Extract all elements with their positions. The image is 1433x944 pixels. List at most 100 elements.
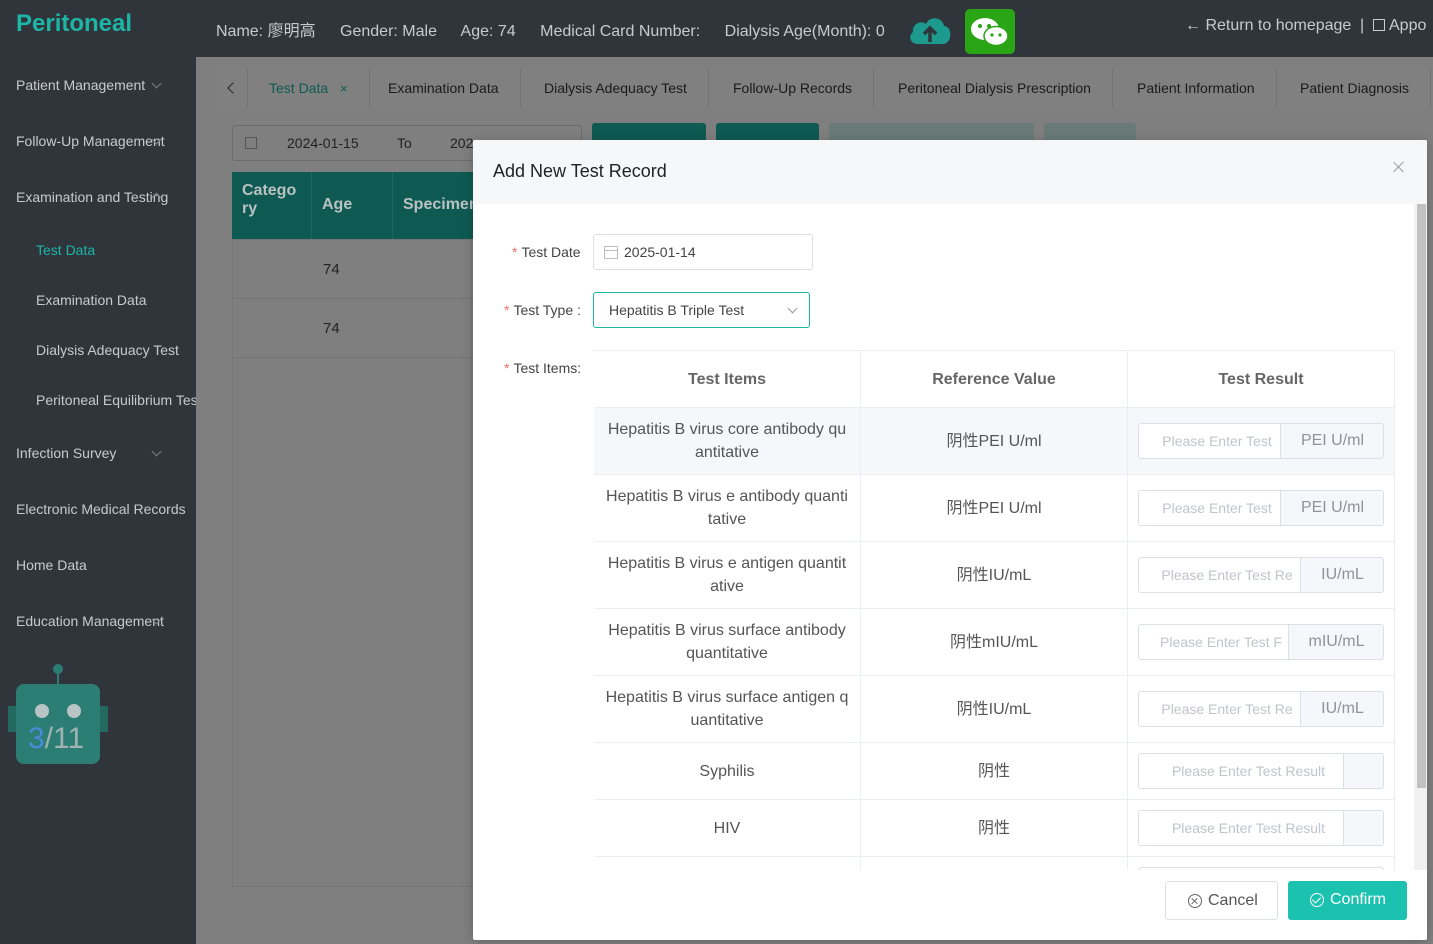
header-separator: |	[1360, 17, 1365, 34]
result-input[interactable]: Please Enter Test PEI U/ml	[1138, 490, 1384, 526]
assistant-robot-icon[interactable]: 3/11	[8, 664, 108, 774]
item-reference: 阴性IU/mL	[861, 676, 1128, 743]
column-test-items: Test Items	[594, 351, 861, 408]
sidebar: Patient Management Follow-Up Management …	[0, 57, 196, 944]
sidebar-item-test-data[interactable]: Test Data	[36, 242, 95, 258]
sidebar-item-education-management[interactable]: Education Management	[16, 613, 180, 629]
result-input[interactable]: Please Enter Test F mIU/mL	[1138, 624, 1384, 660]
item-reference: 阴性IU/mL	[861, 542, 1128, 609]
item-result-cell: Please Enter Test Re IU/mL	[1128, 676, 1395, 743]
sidebar-item-follow-up-management[interactable]: Follow-Up Management	[16, 133, 180, 149]
chevron-down-icon	[151, 446, 162, 457]
sidebar-item-peritoneal-equilibrium[interactable]: Peritoneal Equilibrium Tes	[36, 392, 196, 408]
tab-patient-diagnosis[interactable]: Patient Diagnosis	[1279, 69, 1431, 107]
dialysis-age: Dialysis Age(Month): 0	[724, 23, 885, 40]
test-type-select[interactable]: Hepatitis B Triple Test	[593, 292, 810, 328]
test-data-table-body: 74 74	[232, 239, 473, 887]
patient-name: Name: 廖明高	[216, 23, 316, 40]
tab-follow-up-records[interactable]: Follow-Up Records	[712, 69, 875, 107]
item-name: Hepatitis B virus e antigen quantit ativ…	[594, 542, 861, 609]
test-date-input[interactable]: 2025-01-14	[593, 234, 813, 270]
unit-label	[1343, 754, 1383, 788]
table-row[interactable]: 74	[233, 240, 473, 299]
tab-close-icon[interactable]: ×	[340, 81, 348, 96]
sidebar-item-home-data[interactable]: Home Data	[16, 557, 87, 573]
item-result-cell: Please Enter Test Result	[1128, 800, 1395, 857]
appointment-link[interactable]: Appo	[1373, 17, 1426, 35]
column-category: Catego ry	[232, 172, 312, 239]
item-result-cell: Please Enter Test PEI U/ml	[1128, 408, 1395, 475]
sidebar-item-dialysis-adequacy[interactable]: Dialysis Adequacy Test	[36, 342, 179, 358]
item-name: HIV	[594, 800, 861, 857]
unit-label	[1343, 811, 1383, 845]
item-reference: 阴性	[861, 743, 1128, 800]
item-name: Hepatitis B virus surface antibody quant…	[594, 609, 861, 676]
tab-patient-information[interactable]: Patient Information	[1116, 69, 1277, 107]
confirm-button[interactable]: Confirm	[1288, 881, 1407, 920]
add-test-record-dialog: Add New Test Record * Test Date 2025-01-1…	[473, 140, 1427, 940]
unit-label: PEI U/ml	[1280, 491, 1383, 525]
item-name: Syphilis	[594, 743, 861, 800]
tab-dialysis-adequacy[interactable]: Dialysis Adequacy Test	[523, 69, 709, 107]
item-result-cell	[1128, 857, 1395, 870]
tab-pd-prescription[interactable]: Peritoneal Dialysis Prescription	[877, 69, 1113, 107]
result-input[interactable]: Please Enter Test Result	[1138, 810, 1384, 846]
calendar-icon	[245, 137, 257, 149]
table-row-partial	[861, 857, 1128, 870]
test-data-table-header: Catego ry Age Specimen	[232, 172, 512, 239]
table-row-partial	[594, 857, 861, 870]
age-cell: 74	[323, 261, 340, 278]
tab-examination-data[interactable]: Examination Data	[367, 69, 521, 107]
item-result-cell: Please Enter Test PEI U/ml	[1128, 475, 1395, 542]
sidebar-item-electronic-medical-records[interactable]: Electronic Medical Records	[16, 501, 186, 517]
column-test-result: Test Result	[1128, 351, 1395, 408]
cancel-button[interactable]: Cancel	[1165, 881, 1278, 920]
chevron-down-icon	[151, 78, 162, 89]
sidebar-item-examination-data[interactable]: Examination Data	[36, 292, 147, 308]
chevron-down-icon	[787, 303, 798, 314]
unit-label: PEI U/ml	[1280, 424, 1383, 458]
result-input[interactable]: Please Enter Test Re IU/mL	[1138, 691, 1384, 727]
check-circle-icon	[1310, 893, 1324, 907]
close-icon[interactable]	[1390, 158, 1408, 176]
wechat-icon[interactable]	[965, 9, 1015, 54]
unit-label: mIU/mL	[1288, 625, 1383, 659]
dialog-title: Add New Test Record	[493, 161, 667, 181]
brand-logo: Peritoneal	[16, 10, 133, 37]
return-homepage-link[interactable]: ← Return to homepage	[1185, 17, 1351, 35]
tab-bar: Test Data × Examination Data Dialysis Ad…	[216, 69, 1433, 107]
result-input[interactable]: Please Enter Test PEI U/ml	[1138, 423, 1384, 459]
result-input[interactable]	[1138, 867, 1384, 870]
sidebar-item-patient-management[interactable]: Patient Management	[16, 77, 180, 93]
close-circle-icon	[1188, 894, 1202, 908]
table-row[interactable]: 74	[233, 299, 473, 358]
end-date: 202	[450, 135, 474, 151]
item-result-cell: Please Enter Test F mIU/mL	[1128, 609, 1395, 676]
age-cell: 74	[323, 320, 340, 337]
tab-test-data[interactable]: Test Data ×	[248, 69, 370, 107]
item-reference: 阴性	[861, 800, 1128, 857]
assistant-counter: 3/11	[28, 722, 85, 755]
calendar-icon	[1373, 19, 1385, 31]
patient-gender: Gender: Male	[340, 23, 437, 40]
unit-label: IU/mL	[1300, 692, 1383, 726]
tab-scroll-left-button[interactable]	[216, 69, 248, 107]
start-date: 2024-01-15	[287, 135, 359, 151]
top-bar: Peritoneal Name: 廖明高 Gender: Male Age: 7…	[0, 0, 1433, 57]
cloud-upload-icon[interactable]	[906, 12, 954, 48]
item-name: Hepatitis B virus core antibody qu antit…	[594, 408, 861, 475]
sidebar-item-examination-testing[interactable]: Examination and Testing	[16, 189, 180, 205]
test-date-label: * Test Date	[512, 244, 581, 260]
test-items-table: Test Items Reference Value Test Result H…	[593, 350, 1395, 870]
item-name: Hepatitis B virus surface antigen q uant…	[594, 676, 861, 743]
dialog-header: Add New Test Record	[473, 140, 1427, 204]
item-name: Hepatitis B virus e antibody quanti tati…	[594, 475, 861, 542]
patient-age: Age: 74	[460, 23, 516, 40]
dialog-body: * Test Date 2025-01-14 * Test Type : Hepat…	[473, 204, 1427, 870]
sidebar-item-infection-survey[interactable]: Infection Survey	[16, 445, 180, 461]
range-to-label: To	[397, 135, 412, 151]
dialog-scrollbar-thumb[interactable]	[1417, 204, 1426, 788]
result-input[interactable]: Please Enter Test Result	[1138, 753, 1384, 789]
item-result-cell: Please Enter Test Re IU/mL	[1128, 542, 1395, 609]
result-input[interactable]: Please Enter Test Re IU/mL	[1138, 557, 1384, 593]
